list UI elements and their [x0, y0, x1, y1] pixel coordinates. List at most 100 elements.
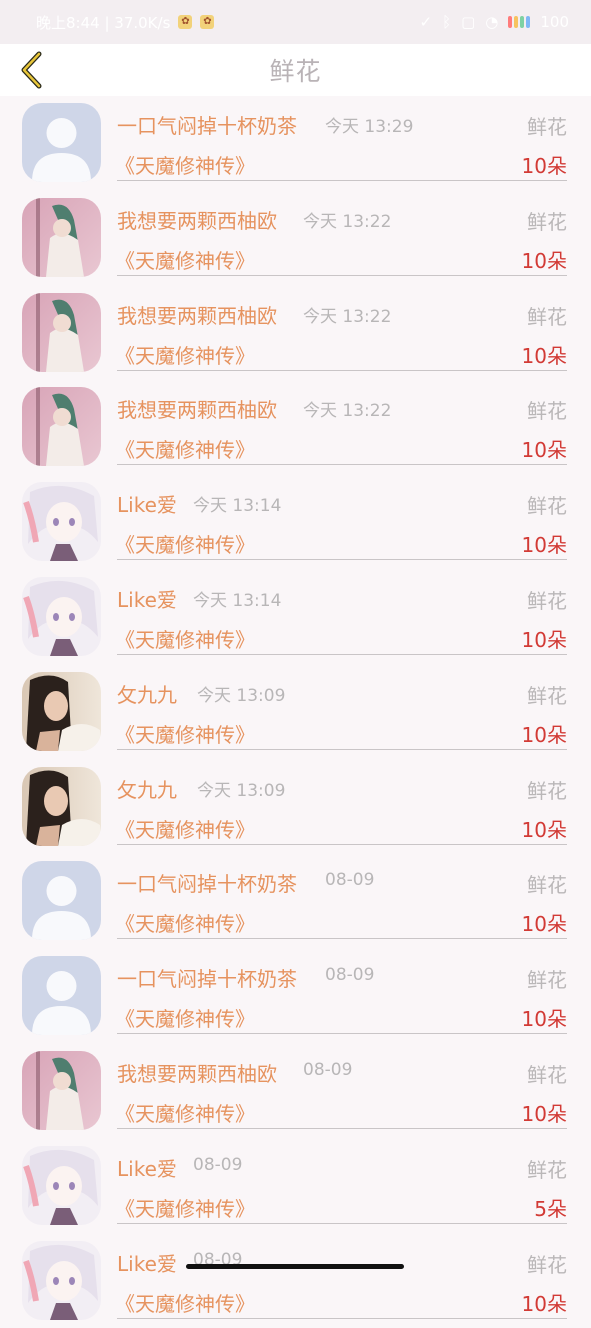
gift-time: 08-09	[325, 870, 375, 891]
book-title[interactable]: 《天魔修神传》	[115, 150, 255, 179]
avatar[interactable]	[22, 1145, 101, 1225]
gift-type: 鲜花	[527, 209, 567, 234]
user-name[interactable]: 我想要两颗西柚欧	[117, 1058, 277, 1087]
gift-type: 鲜花	[527, 683, 567, 708]
book-title[interactable]: 《天魔修神传》	[115, 814, 255, 843]
divider	[117, 1033, 567, 1035]
divider	[117, 464, 567, 466]
user-name[interactable]: 一口气闷掉十杯奶茶	[117, 868, 297, 897]
avatar[interactable]	[22, 1240, 101, 1320]
list-item[interactable]: 攵九九 今天 13:09 鲜花《天魔修神传》 10朵	[0, 760, 591, 855]
list-item[interactable]: 一口气闷掉十杯奶茶 今天 13:29 鲜花 《天魔修神传》 10朵	[0, 96, 591, 191]
divider	[117, 559, 567, 561]
gift-time: 08-09	[303, 1059, 353, 1080]
book-title[interactable]: 《天魔修神传》	[115, 719, 255, 748]
notification-icon-2: ✿	[200, 15, 215, 29]
divider	[117, 938, 567, 940]
gift-time: 08-09	[325, 965, 375, 986]
list-item[interactable]: Like爱 今天 13:14 鲜花 《天魔修神传》 10朵	[0, 475, 591, 570]
user-name[interactable]: 攵九九	[117, 774, 177, 803]
gift-count: 10朵	[521, 248, 567, 273]
wifi-icon: ◔	[485, 13, 499, 31]
avatar[interactable]	[22, 576, 101, 656]
gift-time: 今天 13:09	[197, 685, 286, 706]
gift-type: 鲜花	[527, 494, 567, 519]
user-name[interactable]: 我想要两颗西柚欧	[117, 394, 277, 423]
gift-type: 鲜花	[527, 115, 567, 139]
divider	[117, 653, 567, 655]
user-name[interactable]: 一口气闷掉十杯奶茶	[117, 963, 297, 992]
back-arrow-icon	[21, 51, 42, 89]
battery-icon	[508, 16, 531, 28]
gift-time: 今天 13:22	[303, 306, 392, 327]
list-item[interactable]: 我想要两颗西柚欧 今天 13:22 鲜花 《天魔修神传》 10朵	[0, 380, 591, 475]
divider	[117, 1317, 567, 1319]
book-title[interactable]: 《天魔修神传》	[115, 1003, 255, 1032]
gift-type: 鲜花	[527, 1252, 567, 1277]
avatar[interactable]	[22, 861, 101, 941]
screen-icon: ▢	[461, 13, 476, 31]
status-bar: 晚上8:44 | 37.0K/s ✿ ✿ ✓ ᛒ ▢ ◔ 100	[0, 0, 591, 44]
user-name[interactable]: 一口气闷掉十杯奶茶	[117, 110, 297, 139]
avatar[interactable]	[22, 1050, 101, 1130]
list-item[interactable]: 一口气闷掉十杯奶茶 08-09 鲜花 《天魔修神传》 10朵	[0, 949, 591, 1044]
avatar[interactable]	[22, 766, 101, 846]
divider	[117, 843, 567, 845]
book-title[interactable]: 《天魔修神传》	[115, 434, 255, 463]
avatar[interactable]	[22, 292, 101, 372]
gift-count: 10朵	[521, 1291, 567, 1316]
gift-count: 5朵	[534, 1196, 567, 1221]
user-name[interactable]: Like爱	[117, 489, 177, 518]
user-name[interactable]: Like爱	[117, 1153, 177, 1182]
book-title[interactable]: 《天魔修神传》	[115, 1098, 255, 1127]
gift-time: 今天 13:14	[193, 590, 282, 611]
avatar[interactable]	[22, 482, 101, 562]
list-item[interactable]: 我想要两颗西柚欧 08-09 鲜花 《天魔修神传》 10朵	[0, 1044, 591, 1139]
divider	[117, 369, 567, 371]
avatar[interactable]	[22, 387, 101, 467]
gift-count: 10朵	[521, 343, 567, 368]
list-item[interactable]: 我想要两颗西柚欧 今天 13:22 鲜花 《天魔修神传》 10朵	[0, 286, 591, 381]
gift-time: 08-09	[193, 1154, 243, 1175]
list-item[interactable]: Like爱 08-09 鲜花 《天魔修神传》 10朵	[0, 1234, 591, 1328]
gift-type: 鲜花	[527, 399, 567, 424]
user-name[interactable]: 攵九九	[117, 679, 177, 708]
back-button[interactable]	[12, 50, 52, 90]
list-item[interactable]: Like爱 今天 13:14 鲜花 《天魔修神传》 10朵	[0, 570, 591, 665]
avatar[interactable]	[22, 671, 101, 751]
user-name[interactable]: Like爱	[117, 1248, 177, 1277]
book-title[interactable]: 《天魔修神传》	[115, 624, 255, 653]
check-icon: ✓	[419, 13, 433, 31]
user-name[interactable]: 我想要两颗西柚欧	[117, 300, 277, 329]
user-name[interactable]: Like爱	[117, 584, 177, 613]
home-indicator[interactable]	[186, 1264, 404, 1269]
book-title[interactable]: 《天魔修神传》	[115, 908, 255, 937]
avatar[interactable]	[22, 103, 101, 182]
gift-count: 10朵	[521, 154, 567, 178]
book-title[interactable]: 《天魔修神传》	[115, 529, 255, 558]
list-item[interactable]: 一口气闷掉十杯奶茶 08-09 鲜花 《天魔修神传》 10朵	[0, 854, 591, 949]
gift-type: 鲜花	[527, 778, 567, 803]
status-left: 晚上8:44 | 37.0K/s ✿ ✿	[36, 12, 215, 33]
gift-time: 今天 13:22	[303, 401, 392, 422]
gift-type: 鲜花	[527, 1157, 567, 1182]
gift-count: 10朵	[521, 817, 567, 842]
book-title[interactable]: 《天魔修神传》	[115, 1288, 255, 1317]
gift-type: 鲜花	[527, 968, 567, 993]
divider	[117, 274, 567, 276]
status-right: ✓ ᛒ ▢ ◔ 100	[419, 13, 569, 31]
list-item[interactable]: 攵九九 今天 13:09 鲜花 《天魔修神传》 10朵	[0, 665, 591, 760]
gift-time: 今天 13:09	[197, 780, 286, 801]
user-name[interactable]: 我想要两颗西柚欧	[117, 205, 277, 234]
book-title[interactable]: 《天魔修神传》	[115, 1193, 255, 1222]
book-title[interactable]: 《天魔修神传》	[115, 340, 255, 369]
gift-count: 10朵	[521, 1101, 567, 1126]
avatar[interactable]	[22, 197, 101, 277]
list-item[interactable]: Like爱 08-09 鲜花《天魔修神传》 5朵	[0, 1139, 591, 1234]
page-title: 鲜花	[269, 57, 322, 86]
divider	[117, 1222, 567, 1224]
gift-record-list: 一口气闷掉十杯奶茶 今天 13:29 鲜花 《天魔修神传》 10朵 我想要两颗西柚欧 今天 …	[0, 96, 591, 1328]
book-title[interactable]: 《天魔修神传》	[115, 245, 255, 274]
avatar[interactable]	[22, 956, 101, 1036]
list-item[interactable]: 我想要两颗西柚欧 今天 13:22 鲜花 《天魔修神传》 10朵	[0, 191, 591, 286]
